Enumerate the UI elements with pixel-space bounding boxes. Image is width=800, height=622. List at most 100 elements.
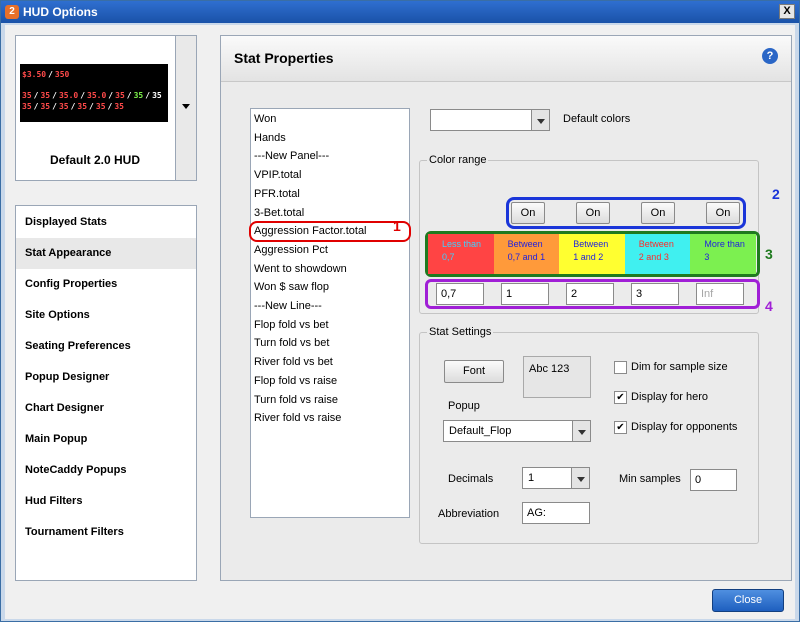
title-bar[interactable]: 2 HUD Options X	[1, 1, 799, 23]
hud-preview-token: /	[48, 70, 53, 79]
chevron-down-icon[interactable]	[571, 468, 589, 488]
threshold-input[interactable]: 3	[631, 283, 679, 305]
nav-item[interactable]: Hud Filters	[16, 486, 196, 517]
default-colors-select[interactable]	[430, 109, 550, 131]
min-samples-input[interactable]: 0	[690, 469, 737, 491]
nav-item[interactable]: Tournament Filters	[16, 517, 196, 548]
stat-list-item[interactable]: ---New Panel---	[254, 147, 329, 165]
threshold-input[interactable]: 1	[501, 283, 549, 305]
color-range-cell[interactable]: Between 2 and 3	[624, 234, 691, 274]
highlight-selected-stat	[249, 221, 411, 242]
decimals-select[interactable]: 1	[522, 467, 590, 489]
hud-preview-dropdown-button[interactable]	[175, 35, 197, 181]
font-sample-box: Abc 123	[523, 356, 591, 398]
abbreviation-label: Abbreviation	[438, 508, 500, 520]
checkbox[interactable]	[614, 361, 627, 374]
annotation-1: 1	[393, 218, 401, 234]
stat-list-item[interactable]: Aggression Pct	[254, 241, 328, 259]
nav-item[interactable]: Config Properties	[16, 269, 196, 300]
stat-list-item[interactable]: ---New Line---	[254, 297, 322, 315]
color-range-title: Color range	[427, 154, 489, 166]
client-area: $3.50/350 35/35/35.0/35.0/35/35/35 35/35…	[5, 25, 795, 619]
hud-preview-token: 35	[22, 102, 32, 111]
popup-value: Default_Flop	[449, 425, 512, 437]
stat-list[interactable]: Won Hands ---New Panel--- VPIP.total PFR.tot…	[250, 108, 410, 518]
stat-list-item[interactable]: PFR.total	[254, 185, 300, 203]
abbreviation-input[interactable]: AG:	[522, 502, 590, 524]
nav-item[interactable]: Displayed Stats	[16, 207, 196, 238]
color-range-cell[interactable]: More than 3	[690, 234, 756, 274]
color-range-on-button[interactable]: On	[576, 202, 610, 224]
chevron-down-icon[interactable]	[531, 110, 549, 130]
hud-preview-token: 35	[22, 91, 32, 100]
hud-preview-token: 35	[152, 91, 162, 100]
hud-preview-token: /	[126, 91, 132, 100]
nav-item[interactable]: Main Popup	[16, 424, 196, 455]
chevron-down-icon[interactable]	[572, 421, 590, 441]
font-sample-text: Abc 123	[529, 363, 570, 375]
hud-preview-token: /	[108, 91, 114, 100]
threshold-input[interactable]: 0,7	[436, 283, 484, 305]
stat-list-item[interactable]: Flop fold vs raise	[254, 372, 337, 390]
font-button[interactable]: Font	[444, 360, 504, 383]
hud-preview-token: /	[70, 102, 76, 111]
help-icon[interactable]: ?	[762, 48, 778, 64]
checkbox[interactable]: ✔	[614, 391, 627, 404]
hud-preview-token: 35	[40, 91, 51, 100]
stat-list-item[interactable]: Went to showdown	[254, 260, 347, 278]
stat-list-item[interactable]: Won $ saw flop	[254, 278, 329, 296]
color-range-cell[interactable]: Between 1 and 2	[559, 234, 625, 274]
stat-list-item[interactable]: Hands	[254, 129, 286, 147]
annotation-2: 2	[772, 186, 780, 202]
stat-list-item[interactable]: Turn fold vs bet	[254, 334, 329, 352]
color-range-on-button[interactable]: On	[706, 202, 740, 224]
hud-preview-selector[interactable]: $3.50/350 35/35/35.0/35.0/35/35/35 35/35…	[15, 35, 197, 181]
app-logo-icon: 2	[5, 5, 19, 19]
color-range-cell[interactable]: Less than 0,7	[428, 234, 494, 274]
nav-item[interactable]: Seating Preferences	[16, 331, 196, 362]
threshold-inf-input[interactable]: Inf	[696, 283, 744, 305]
hud-preview-screen: $3.50/350 35/35/35.0/35.0/35/35/35 35/35…	[20, 64, 168, 122]
hud-preview-token: 35	[115, 91, 125, 100]
checkbox-label[interactable]: Display for opponents	[631, 421, 737, 433]
nav-item[interactable]: Site Options	[16, 300, 196, 331]
stat-list-item[interactable]: VPIP.total	[254, 166, 302, 184]
nav-item[interactable]: Chart Designer	[16, 393, 196, 424]
stat-list-item[interactable]: River fold vs bet	[254, 353, 333, 371]
stat-list-item[interactable]: Turn fold vs raise	[254, 391, 338, 409]
page-title: Stat Properties	[234, 50, 334, 66]
color-range-on-button[interactable]: On	[511, 202, 545, 224]
hud-preview-line-2: 35/35/35.0/35.0/35/35/35	[22, 91, 164, 100]
color-range-cell-line1: Between	[573, 239, 609, 249]
checkbox[interactable]: ✔	[614, 421, 627, 434]
color-range-on-button[interactable]: On	[641, 202, 675, 224]
stat-list-item[interactable]: Won	[254, 110, 276, 128]
popup-select[interactable]: Default_Flop	[443, 420, 591, 442]
decimals-label: Decimals	[448, 473, 494, 485]
hud-preview-line-3: 35/35/35/35/35/35	[22, 102, 126, 111]
stat-settings-title: Stat Settings	[427, 326, 494, 338]
annotation-4: 4	[765, 298, 773, 314]
threshold-input[interactable]: 2	[566, 283, 614, 305]
checkbox-label[interactable]: Dim for sample size	[631, 361, 728, 373]
stat-list-item[interactable]: Flop fold vs bet	[254, 316, 329, 334]
stat-list-item[interactable]: River fold vs raise	[254, 409, 341, 427]
close-button[interactable]: Close	[712, 589, 784, 612]
stat-list-item[interactable]: 3-Bet.total	[254, 204, 304, 222]
hud-preview-token: /	[33, 102, 39, 111]
hud-preview-token: /	[33, 91, 39, 100]
window-close-icon[interactable]: X	[779, 4, 795, 19]
nav-item[interactable]: Popup Designer	[16, 362, 196, 393]
hud-preview-line-1: $3.50/350	[22, 70, 71, 79]
color-range-cell-line1: Between	[507, 239, 543, 249]
nav-item[interactable]: Stat Appearance	[16, 238, 196, 269]
color-range-cell-line1: More than	[704, 239, 745, 249]
hud-preview-token: /	[52, 102, 57, 111]
hud-preview-token: /	[145, 91, 151, 100]
color-range-cell[interactable]: Between 0,7 and 1	[493, 234, 560, 274]
color-range-cell-line2: 3	[704, 252, 710, 262]
hud-preview-token: 35	[95, 102, 106, 111]
nav-item[interactable]: NoteCaddy Popups	[16, 455, 196, 486]
checkbox-label[interactable]: Display for hero	[631, 391, 708, 403]
chevron-down-icon	[182, 104, 190, 109]
